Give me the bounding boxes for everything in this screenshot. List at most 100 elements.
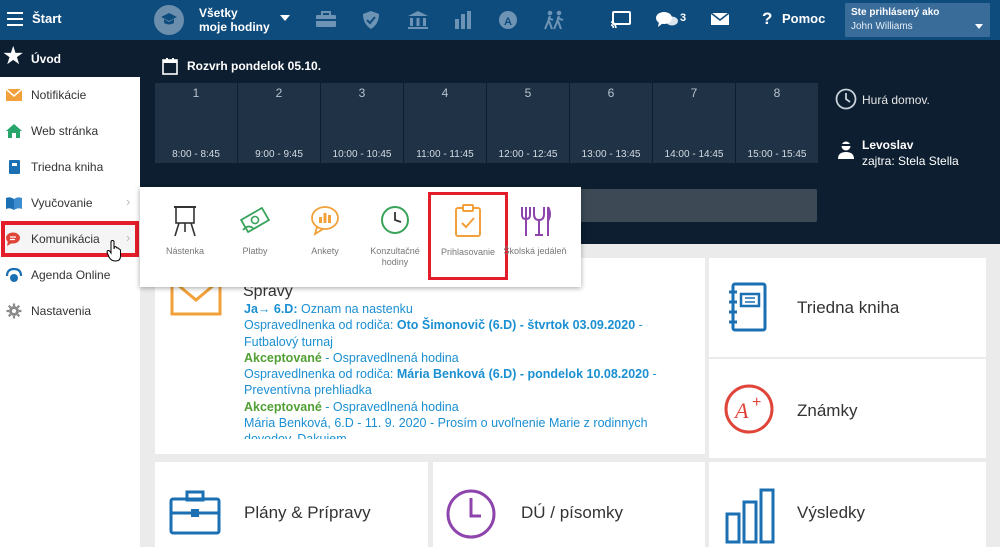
sidebar-item-agenda-online[interactable]: Agenda Online	[0, 257, 140, 293]
period-time: 12:00 - 12:45	[498, 149, 558, 160]
walking-people-icon[interactable]	[543, 10, 565, 30]
sidebar-item-home[interactable]: ★ Úvod	[0, 40, 140, 77]
homework-label: DÚ / písomky	[521, 503, 624, 522]
sidebar-item-label: Web stránka	[31, 124, 99, 138]
submenu-item-consultation-hours[interactable]: Konzultačné hodiny	[360, 187, 430, 287]
book-icon	[9, 160, 20, 174]
class-book-label: Triedna kniha	[797, 298, 900, 317]
class-book-tile[interactable]: Triedna kniha	[709, 258, 986, 357]
submenu-item-school-canteen[interactable]: Školská jedáleň	[500, 187, 570, 287]
svg-text:A: A	[733, 398, 749, 423]
clock-icon	[835, 88, 857, 110]
period-time: 13:00 - 13:45	[581, 149, 641, 160]
sidebar-item-label: Vyučovanie	[31, 196, 93, 210]
message-item[interactable]: Ospravedlnenka od rodiča: Mária Benková …	[244, 366, 690, 399]
submenu-item-label: Nástenka	[165, 246, 205, 256]
chevron-down-icon[interactable]	[280, 15, 290, 21]
period-cell[interactable]: 5 12:00 - 12:45	[487, 83, 569, 163]
period-cell[interactable]: 7 14:00 - 14:45	[653, 83, 735, 163]
start-link[interactable]: Štart	[32, 11, 62, 26]
shield-check-icon[interactable]	[361, 10, 381, 30]
homework-tile[interactable]: DÚ / písomky	[433, 462, 705, 547]
message-text: Mária Benková, 6.D - 11. 9. 2020 - Prosí…	[244, 416, 648, 439]
period-number: 2	[275, 86, 283, 100]
submenu-item-label: Platby	[242, 246, 268, 256]
open-book-icon	[6, 197, 22, 210]
message-status: Akceptované	[244, 399, 322, 414]
help-icon[interactable]: ?	[762, 9, 772, 29]
teacher-icon	[838, 141, 854, 159]
period-number: 7	[690, 86, 698, 100]
period-cell[interactable]: 4 11:00 - 11:45	[404, 83, 486, 163]
period-number: 3	[358, 86, 366, 100]
submenu-item-noticeboard[interactable]: Nástenka	[150, 187, 220, 287]
message-item[interactable]: Akceptované - Ospravedlnená hodina	[244, 399, 690, 415]
bar-chart-icon	[725, 488, 775, 544]
sidebar-item-notifications[interactable]: Notifikácie	[0, 77, 140, 113]
period-number: 4	[441, 86, 449, 100]
hours-line2: moje hodiny	[199, 20, 270, 34]
message-status: Akceptované	[244, 350, 322, 365]
hamburger-menu-icon[interactable]	[7, 12, 23, 26]
period-cell[interactable]: 2 9:00 - 9:45	[238, 83, 320, 163]
clock-icon	[446, 489, 496, 539]
clock-icon	[381, 206, 409, 234]
communication-submenu: Nástenka Platby Ankety Konzultačné hodin…	[140, 187, 581, 287]
user-account-selector[interactable]: Ste prihlásený ako John Williams	[845, 3, 990, 37]
sidebar-item-label: Triedna kniha	[31, 160, 104, 174]
period-time: 8:00 - 8:45	[172, 149, 220, 160]
chevron-right-icon: ›	[126, 230, 131, 245]
message-item[interactable]: Ja→ 6.D: Oznam na nastenku	[244, 301, 690, 317]
period-cell[interactable]: 1 8:00 - 8:45	[155, 83, 237, 163]
chat-bubbles-icon	[6, 232, 20, 246]
chevron-down-icon	[975, 24, 983, 29]
sidebar-item-label: Komunikácia	[31, 232, 100, 246]
grades-tile[interactable]: A + Známky	[709, 359, 986, 458]
period-cell[interactable]: 6 13:00 - 13:45	[570, 83, 652, 163]
institution-icon[interactable]	[407, 10, 429, 30]
period-cell[interactable]: 3 10:00 - 10:45	[321, 83, 403, 163]
envelope-icon[interactable]	[710, 12, 730, 26]
chat-bubbles-icon[interactable]	[655, 10, 679, 30]
period-time: 11:00 - 11:45	[416, 149, 474, 160]
period-cell[interactable]: 8 15:00 - 15:45	[736, 83, 818, 163]
message-item[interactable]: Ospravedlnenka od rodiča: Oto Šimonovič …	[244, 317, 690, 350]
help-link[interactable]: Pomoc	[782, 11, 825, 26]
period-number: 8	[773, 86, 781, 100]
sidebar-item-website[interactable]: Web stránka	[0, 113, 140, 149]
message-student: Mária Benková (6.D) - pondelok 10.08.202…	[396, 367, 650, 382]
graduation-cap-icon[interactable]	[154, 5, 184, 35]
period-number: 1	[192, 86, 200, 100]
sidebar-item-class-book[interactable]: Triedna kniha	[0, 149, 140, 185]
home-icon	[6, 124, 22, 138]
message-item[interactable]: Akceptované - Ospravedlnená hodina	[244, 350, 690, 366]
clipboard-check-icon	[455, 204, 481, 237]
top-bar: Štart Všetky moje hodiny A 3 ? Pomoc Ste…	[0, 0, 1000, 40]
poll-icon	[311, 206, 339, 236]
grades-label: Známky	[797, 401, 858, 420]
submenu-item-registration[interactable]: Prihlasovanie	[428, 192, 508, 280]
results-tile[interactable]: Výsledky	[709, 462, 986, 547]
notebook-icon	[729, 282, 767, 332]
hours-selector[interactable]: Všetky moje hodiny	[199, 6, 270, 34]
agenda-icon	[5, 267, 23, 282]
sidebar-item-settings[interactable]: Nastavenia	[0, 293, 140, 329]
end-of-day-text: Hurá domov.	[862, 93, 930, 107]
cast-screen-icon[interactable]	[610, 10, 632, 30]
schedule-title: Rozvrh pondelok 05.10.	[187, 59, 322, 73]
noticeboard-icon	[174, 206, 196, 237]
bar-chart-icon[interactable]	[453, 10, 473, 30]
submenu-item-payments[interactable]: Platby	[220, 187, 290, 287]
briefcase-icon[interactable]	[315, 10, 337, 28]
sidebar-item-teaching[interactable]: Vyučovanie ›	[0, 185, 140, 221]
submenu-item-polls[interactable]: Ankety	[290, 187, 360, 287]
messages-list: Ja→ 6.D: Oznam na nastenku Ospravedlnenk…	[244, 301, 690, 439]
substitute-teacher-info: zajtra: Stela Stella	[862, 154, 959, 168]
plans-tile[interactable]: Plány & Prípravy	[155, 462, 428, 547]
sidebar-item-label: Notifikácie	[31, 88, 87, 102]
substitute-teacher-name: Levoslav	[862, 138, 914, 152]
message-author: Ja→ 6.D:	[244, 302, 298, 316]
message-item[interactable]: Mária Benková, 6.D - 11. 9. 2020 - Prosí…	[244, 415, 690, 439]
grade-a-icon[interactable]: A	[498, 10, 518, 30]
period-number: 6	[607, 86, 615, 100]
